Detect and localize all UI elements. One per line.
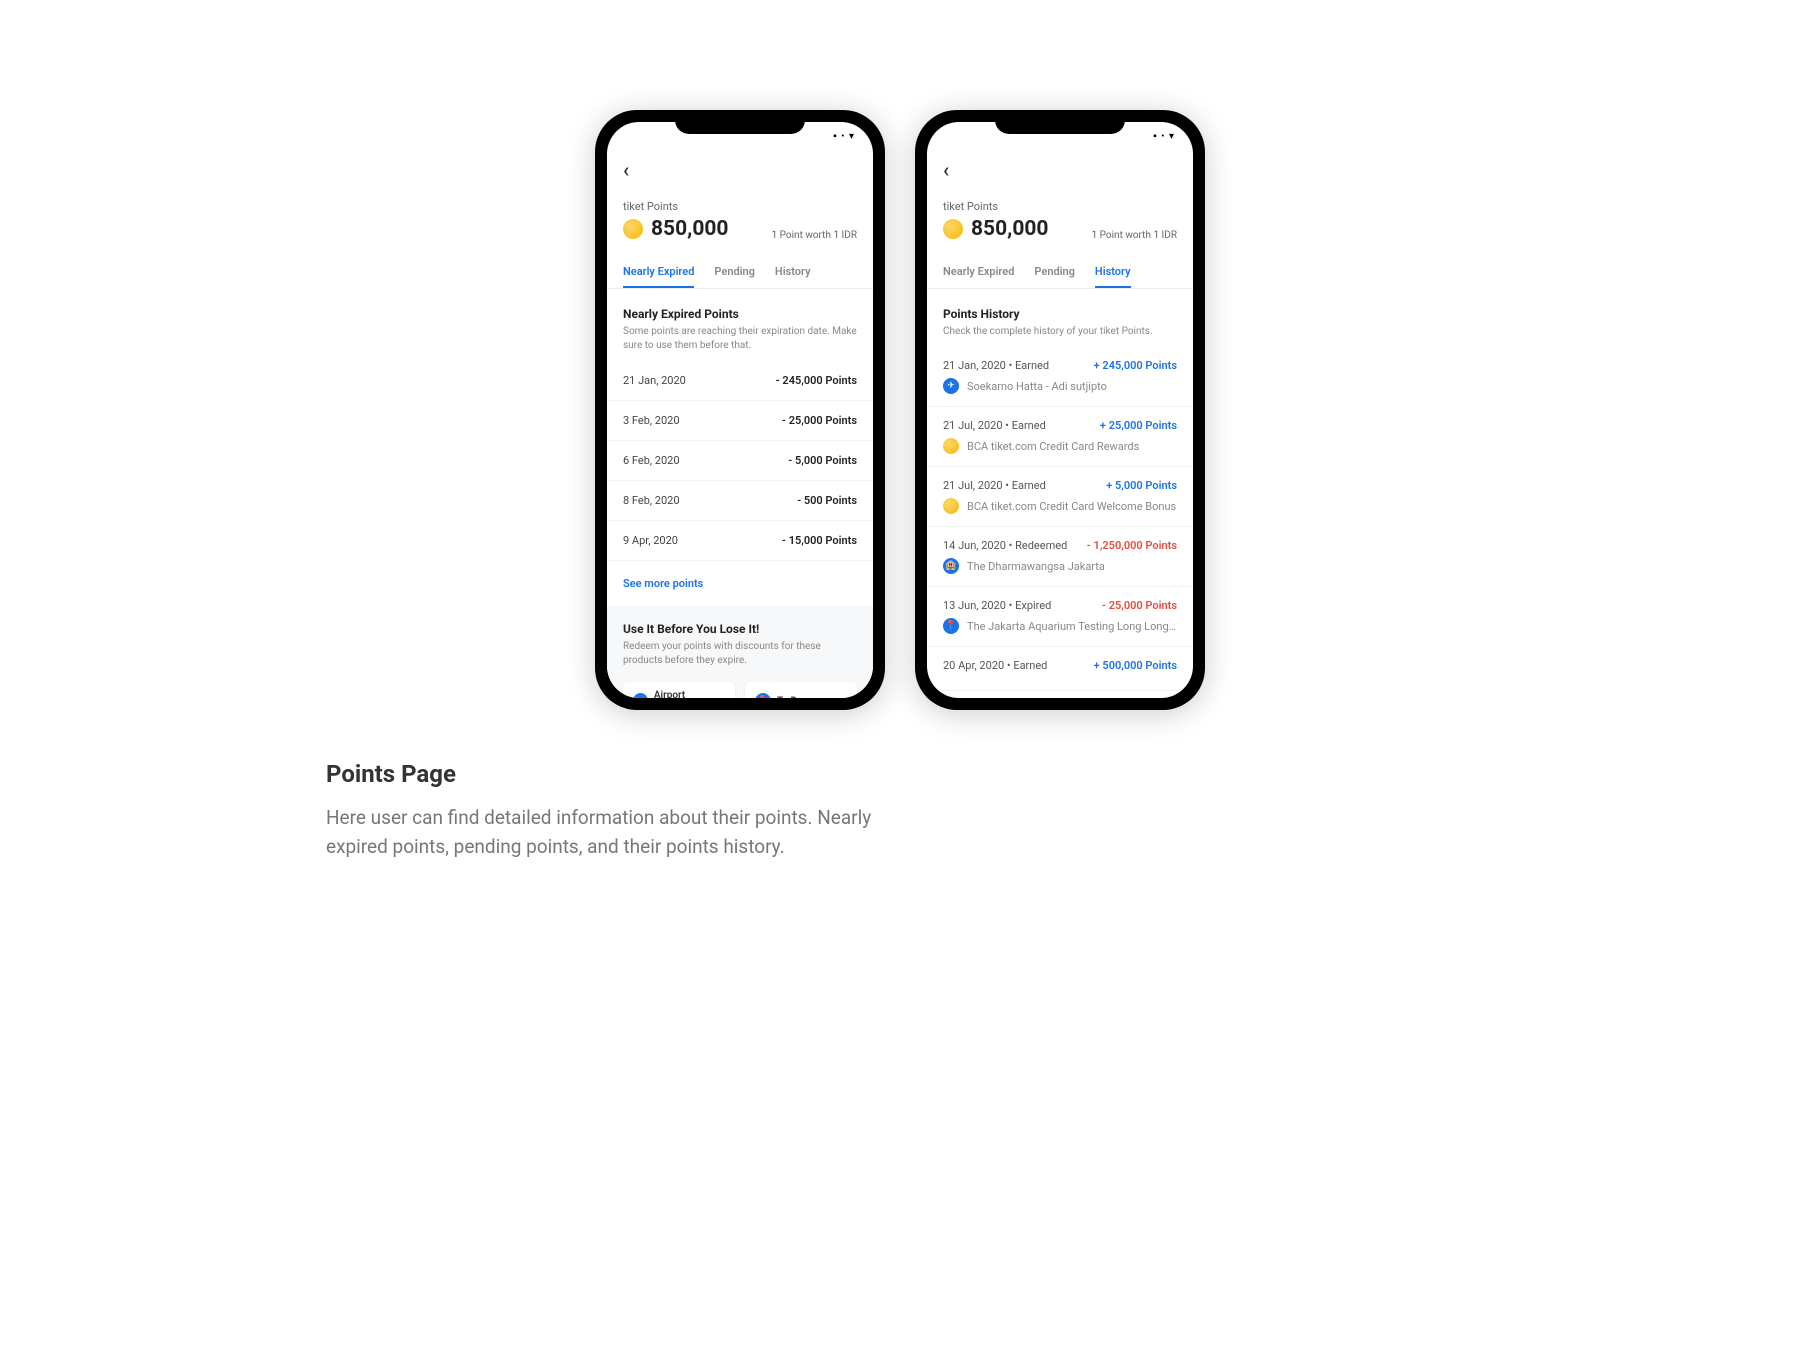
expiry-date: 9 Apr, 2020 bbox=[623, 534, 678, 547]
history-meta: 21 Jan, 2020 • Earned bbox=[943, 359, 1049, 372]
status-icons: ▪ • ▾ bbox=[833, 131, 855, 142]
points-worth: 1 Point worth 1 IDR bbox=[772, 230, 857, 241]
expiry-row[interactable]: 6 Feb, 2020 - 5,000 Points bbox=[607, 441, 873, 481]
phone-mock-history: ▪ • ▾ ‹ tiket Points 850,000 1 Point wor… bbox=[915, 110, 1205, 710]
tab-nearly-expired[interactable]: Nearly Expired bbox=[943, 257, 1014, 288]
expiry-date: 21 Jan, 2020 bbox=[623, 374, 686, 387]
tabs: Nearly Expired Pending History bbox=[607, 257, 873, 289]
points-header: tiket Points 850,000 1 Point worth 1 IDR bbox=[927, 190, 1193, 257]
phone-notch bbox=[675, 110, 805, 134]
caption: Points Page Here user can find detailed … bbox=[326, 760, 916, 861]
phone-notch bbox=[995, 110, 1125, 134]
history-meta: 21 Jul, 2020 • Earned bbox=[943, 479, 1046, 492]
history-points: + 25,000 Points bbox=[1100, 419, 1177, 432]
back-button[interactable]: ‹ bbox=[943, 158, 949, 182]
section-title: Nearly Expired Points bbox=[623, 307, 857, 321]
history-meta: 13 Jun, 2020 • Expired bbox=[943, 599, 1051, 612]
history-desc: BCA tiket.com Credit Card Welcome Bonus bbox=[967, 500, 1176, 513]
points-header: tiket Points 850,000 1 Point worth 1 IDR bbox=[607, 190, 873, 257]
tab-pending[interactable]: Pending bbox=[714, 257, 755, 288]
history-desc: The Dharmawangsa Jakarta bbox=[967, 560, 1105, 573]
promo-section: Use It Before You Lose It! Redeem your p… bbox=[607, 606, 873, 698]
points-label: tiket Points bbox=[943, 200, 1048, 213]
car-icon: 🚗 bbox=[633, 693, 648, 698]
history-entry[interactable]: 21 Jan, 2020 • Earned + 245,000 Points ✈… bbox=[927, 347, 1193, 407]
points-amount: 850,000 bbox=[971, 217, 1048, 241]
promo-title: Use It Before You Lose It! bbox=[623, 622, 857, 636]
promo-card-label: To Dos bbox=[777, 696, 808, 699]
history-entry[interactable]: 20 Apr, 2020 • Earned + 500,000 Points bbox=[927, 647, 1193, 691]
points-worth: 1 Point worth 1 IDR bbox=[1092, 230, 1177, 241]
expiry-date: 8 Feb, 2020 bbox=[623, 494, 680, 507]
promo-card-to-dos[interactable]: 📍 To Dos bbox=[745, 682, 857, 698]
plane-icon: ✈ bbox=[943, 378, 959, 394]
tabs: Nearly Expired Pending History bbox=[927, 257, 1193, 289]
coin-icon bbox=[943, 438, 959, 454]
history-meta: 14 Jun, 2020 • Redeemed bbox=[943, 539, 1067, 552]
history-entry[interactable]: 14 Jun, 2020 • Redeemed - 1,250,000 Poin… bbox=[927, 527, 1193, 587]
history-entry[interactable]: 13 Jun, 2020 • Expired - 25,000 Points 📍… bbox=[927, 587, 1193, 647]
expiry-points: - 5,000 Points bbox=[788, 454, 857, 467]
points-amount: 850,000 bbox=[651, 217, 728, 241]
section-desc: Some points are reaching their expiratio… bbox=[623, 325, 857, 353]
history-meta: 21 Jul, 2020 • Earned bbox=[943, 419, 1046, 432]
expiry-points: - 15,000 Points bbox=[782, 534, 857, 547]
history-desc: Soekarno Hatta - Adi sutjipto bbox=[967, 380, 1107, 393]
section-desc: Check the complete history of your tiket… bbox=[943, 325, 1177, 339]
expiry-row[interactable]: 9 Apr, 2020 - 15,000 Points bbox=[607, 521, 873, 561]
tab-history[interactable]: History bbox=[775, 257, 811, 288]
tab-nearly-expired[interactable]: Nearly Expired bbox=[623, 257, 694, 288]
expiry-row[interactable]: 8 Feb, 2020 - 500 Points bbox=[607, 481, 873, 521]
history-points: - 1,250,000 Points bbox=[1087, 539, 1177, 552]
promo-desc: Redeem your points with discounts for th… bbox=[623, 640, 857, 668]
caption-title: Points Page bbox=[326, 760, 916, 788]
expiry-points: - 245,000 Points bbox=[776, 374, 857, 387]
coin-icon bbox=[943, 219, 963, 239]
history-meta: 20 Apr, 2020 • Earned bbox=[943, 659, 1047, 672]
phone-mock-nearly-expired: ▪ • ▾ ‹ tiket Points 850,000 1 Point wor… bbox=[595, 110, 885, 710]
topbar: ‹ bbox=[927, 150, 1193, 190]
section-title: Points History bbox=[943, 307, 1177, 321]
history-desc: The Jakarta Aquarium Testing Long Long N… bbox=[967, 620, 1177, 633]
expiry-points: - 25,000 Points bbox=[782, 414, 857, 427]
history-desc: BCA tiket.com Credit Card Rewards bbox=[967, 440, 1139, 453]
history-points: - 25,000 Points bbox=[1102, 599, 1177, 612]
topbar: ‹ bbox=[607, 150, 873, 190]
promo-card-airport-transfers[interactable]: 🚗 Airport Transfers bbox=[623, 682, 735, 698]
tab-pending[interactable]: Pending bbox=[1034, 257, 1075, 288]
history-points: + 5,000 Points bbox=[1106, 479, 1177, 492]
hotel-icon: 🏨 bbox=[943, 558, 959, 574]
points-label: tiket Points bbox=[623, 200, 728, 213]
expiry-row[interactable]: 21 Jan, 2020 - 245,000 Points bbox=[607, 361, 873, 401]
expiry-date: 6 Feb, 2020 bbox=[623, 454, 680, 467]
expiry-points: - 500 Points bbox=[797, 494, 857, 507]
pin-icon: 📍 bbox=[943, 618, 959, 634]
see-more-link[interactable]: See more points bbox=[607, 561, 873, 606]
history-entry[interactable]: 21 Jul, 2020 • Earned + 25,000 Points BC… bbox=[927, 407, 1193, 467]
tab-history[interactable]: History bbox=[1095, 257, 1131, 288]
app-screen: ▪ • ▾ ‹ tiket Points 850,000 1 Point wor… bbox=[927, 122, 1193, 698]
expiry-date: 3 Feb, 2020 bbox=[623, 414, 680, 427]
status-icons: ▪ • ▾ bbox=[1153, 131, 1175, 142]
expiry-row[interactable]: 3 Feb, 2020 - 25,000 Points bbox=[607, 401, 873, 441]
history-points: + 500,000 Points bbox=[1094, 659, 1177, 672]
history-points: + 245,000 Points bbox=[1094, 359, 1177, 372]
app-screen: ▪ • ▾ ‹ tiket Points 850,000 1 Point wor… bbox=[607, 122, 873, 698]
back-button[interactable]: ‹ bbox=[623, 158, 629, 182]
promo-card-label: Airport Transfers bbox=[654, 690, 725, 698]
caption-body: Here user can find detailed information … bbox=[326, 804, 916, 861]
pin-icon: 📍 bbox=[755, 693, 771, 698]
coin-icon bbox=[943, 498, 959, 514]
history-entry[interactable]: 21 Jul, 2020 • Earned + 5,000 Points BCA… bbox=[927, 467, 1193, 527]
coin-icon bbox=[623, 219, 643, 239]
